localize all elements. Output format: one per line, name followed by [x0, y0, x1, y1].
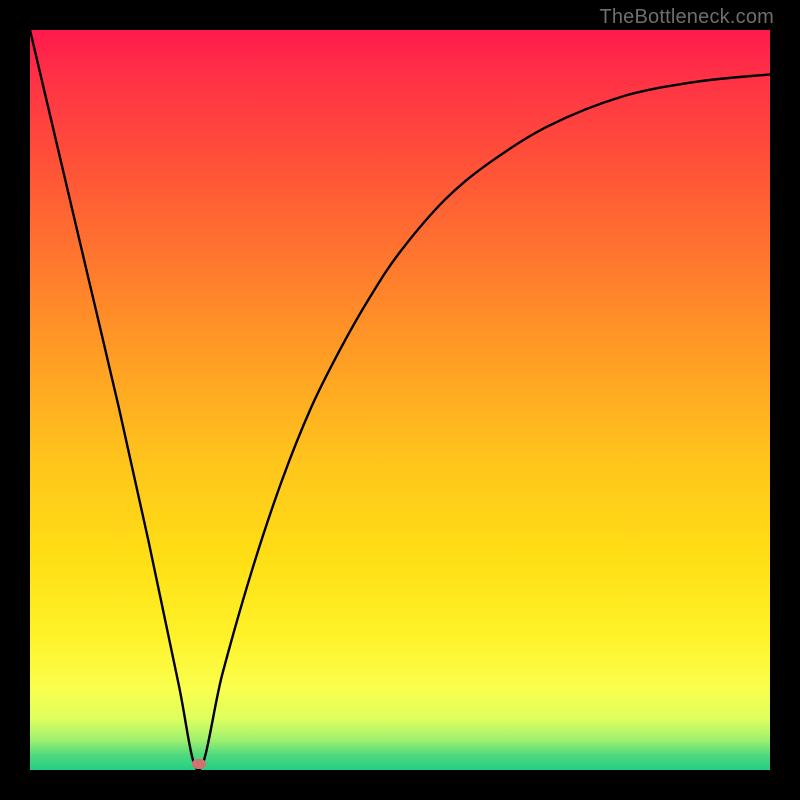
plot-area — [30, 30, 770, 770]
watermark-text: TheBottleneck.com — [599, 6, 774, 29]
bottleneck-curve — [30, 30, 770, 770]
chart-frame: TheBottleneck.com — [0, 0, 800, 800]
